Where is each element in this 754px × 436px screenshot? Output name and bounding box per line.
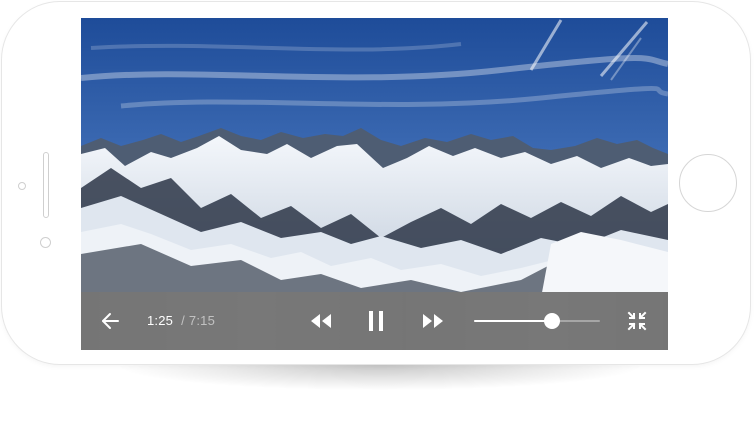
rewind-button[interactable] (309, 312, 333, 330)
player-controls-bar: 1:25 /7:15 (81, 292, 668, 350)
playback-time: 1:25 /7:15 (147, 313, 215, 328)
current-time: 1:25 (147, 313, 174, 328)
sensor-dot (18, 182, 26, 190)
speaker-slot (43, 152, 49, 218)
phone-screen: 1:25 /7:15 (81, 18, 668, 350)
fast-forward-button[interactable] (421, 312, 445, 330)
exit-fullscreen-button[interactable] (627, 311, 647, 331)
pause-button[interactable] (367, 309, 385, 333)
volume-level-fill (474, 320, 552, 322)
front-camera (40, 237, 51, 248)
volume-handle[interactable] (544, 313, 560, 329)
device-mockup-stage: 1:25 /7:15 (0, 0, 754, 436)
back-button[interactable] (101, 312, 121, 330)
fast-forward-icon (423, 314, 443, 328)
rewind-icon (311, 314, 331, 328)
volume-slider[interactable] (474, 313, 600, 329)
pause-icon (369, 311, 383, 331)
home-button[interactable] (679, 154, 737, 212)
arrow-left-icon (102, 313, 119, 329)
collapse-fullscreen-icon (627, 311, 647, 331)
total-duration: 7:15 (188, 313, 216, 328)
time-separator: / (181, 313, 185, 328)
